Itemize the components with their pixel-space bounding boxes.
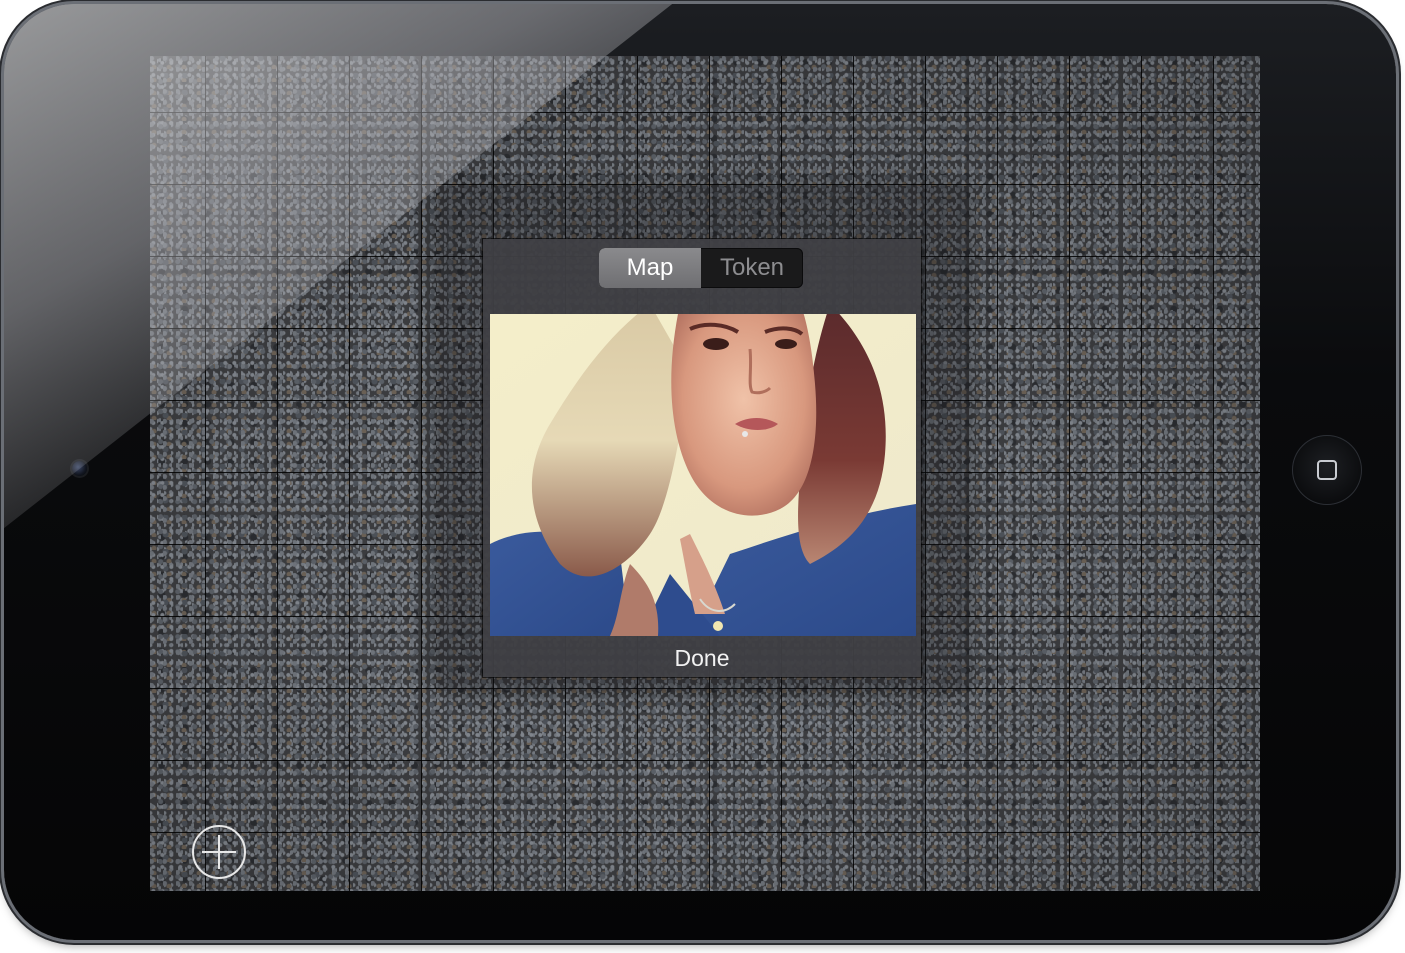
segment-token[interactable]: Token	[701, 248, 803, 288]
map-canvas[interactable]: Map Token Done	[150, 56, 1260, 891]
image-picker-popover: Map Token Done	[483, 239, 921, 677]
tablet-device: Map Token Done	[4, 4, 1396, 940]
home-square-icon	[1317, 460, 1337, 480]
add-button[interactable]	[192, 825, 246, 879]
done-button[interactable]: Done	[483, 639, 921, 677]
selected-photo[interactable]	[490, 314, 916, 636]
home-button[interactable]	[1292, 435, 1362, 505]
portrait-photo	[490, 314, 916, 636]
camera-icon	[72, 461, 87, 476]
map-token-segmented-control: Map Token	[599, 248, 803, 288]
plus-circle-icon	[202, 835, 236, 869]
segment-map[interactable]: Map	[599, 248, 701, 288]
